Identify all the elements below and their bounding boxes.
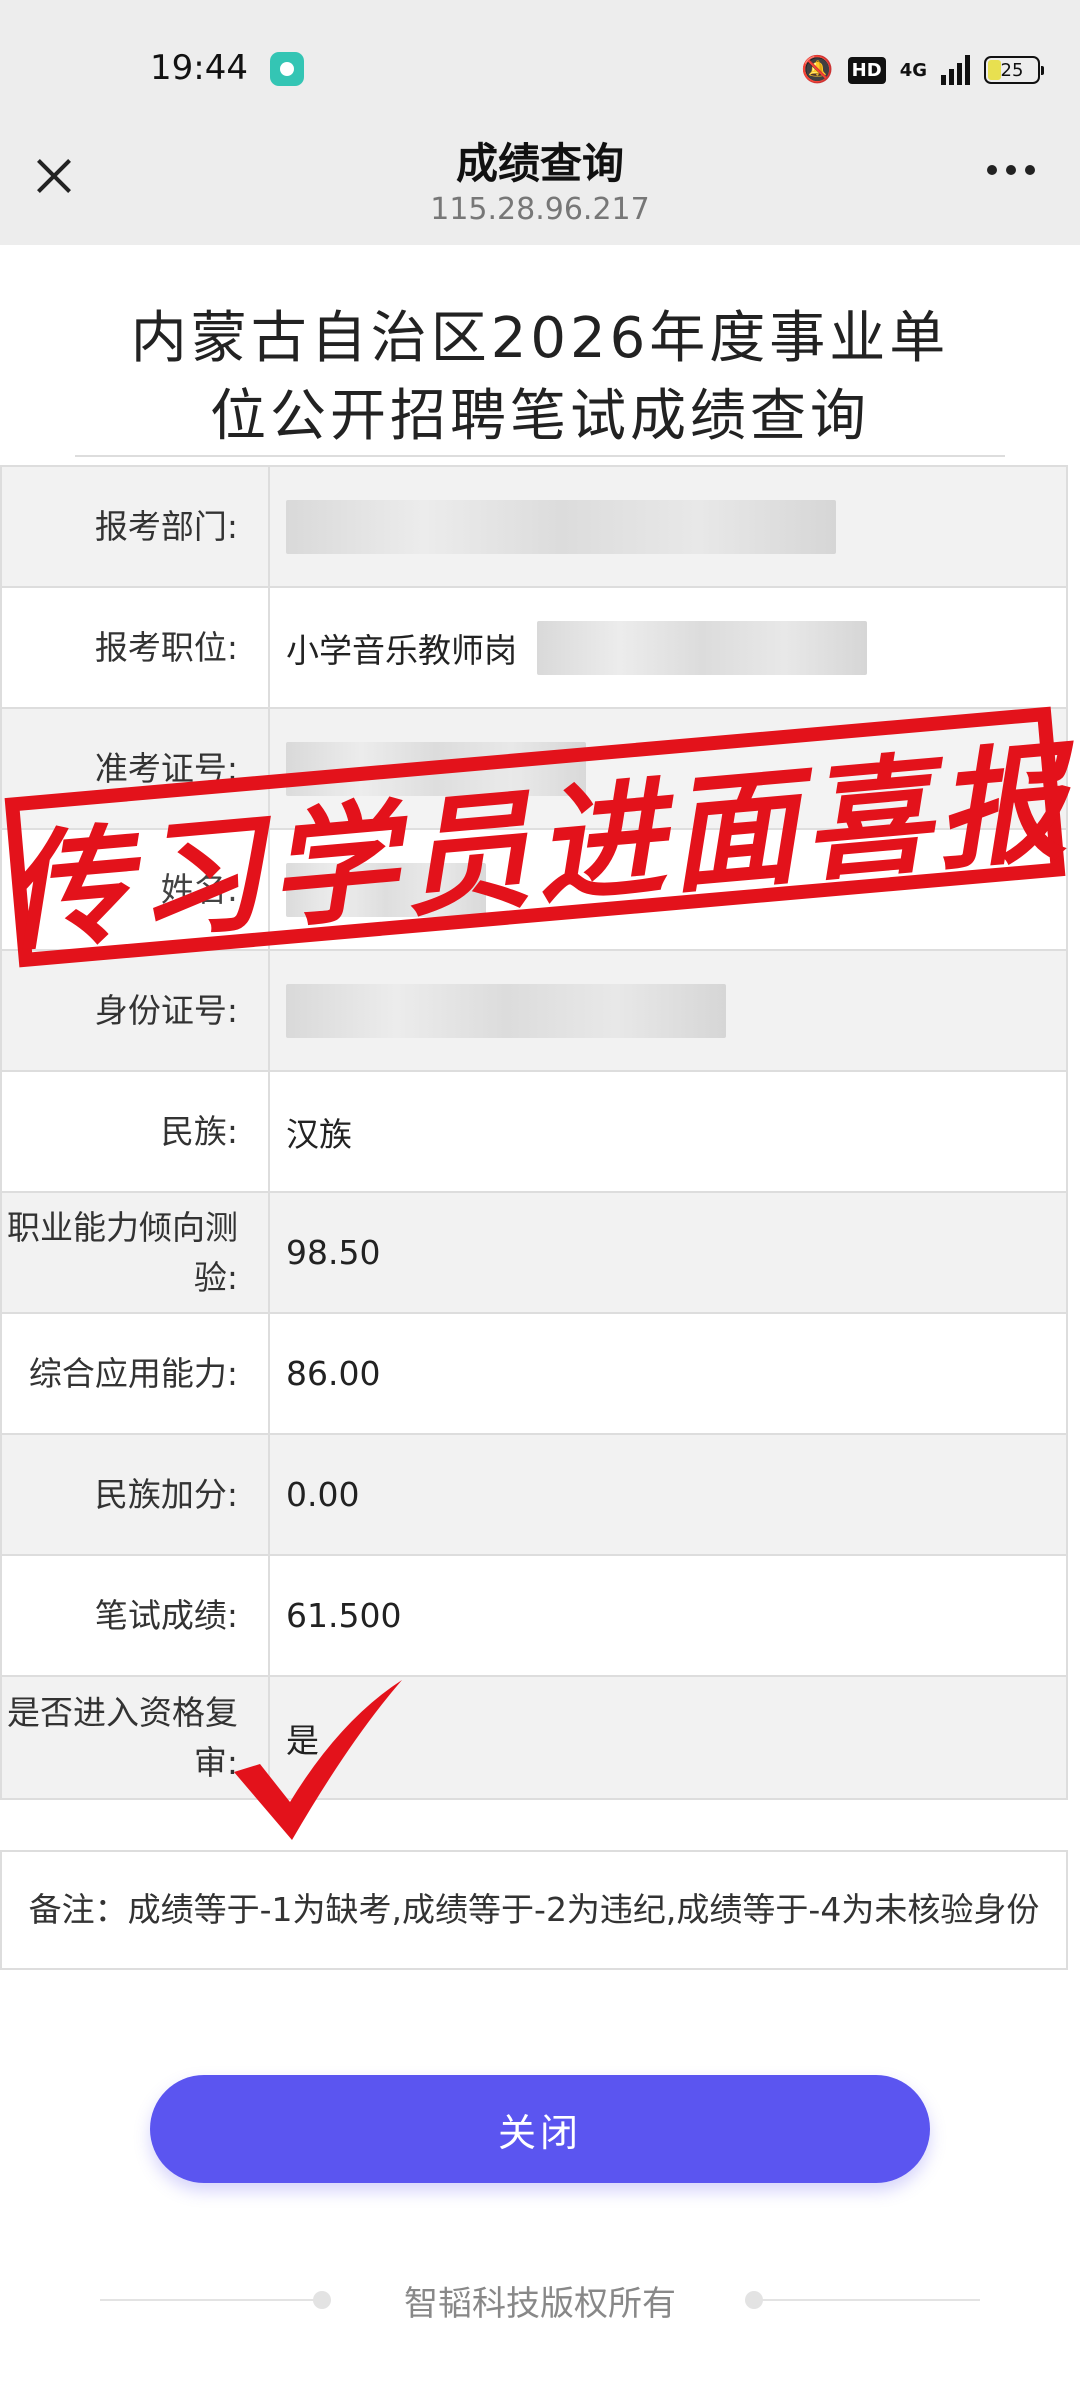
title-divider <box>75 455 1005 457</box>
page-title-line2: 位公开招聘笔试成绩查询 <box>210 384 870 449</box>
app-notification-icon <box>270 52 304 86</box>
row-value: 小学音乐教师岗 <box>270 588 1066 707</box>
footer-line-right <box>760 2299 980 2301</box>
redacted-block <box>537 620 867 675</box>
row-label: 报考职位: <box>2 588 270 707</box>
network-type: 4G <box>899 59 927 81</box>
more-menu-icon[interactable] <box>987 165 1035 175</box>
row-value: 86.00 <box>286 1354 381 1393</box>
page-title-line1: 内蒙古自治区2026年度事业单 <box>130 306 950 371</box>
hd-icon: HD <box>847 56 886 84</box>
row-label: 报考部门: <box>2 467 270 586</box>
table-row: 民族: 汉族 <box>2 1072 1066 1193</box>
page-title: 内蒙古自治区2026年度事业单 位公开招聘笔试成绩查询 <box>75 300 1005 456</box>
table-row: 是否进入资格复审: 是 <box>2 1677 1066 1798</box>
row-value: 0.00 <box>286 1475 360 1514</box>
table-row: 身份证号: <box>2 951 1066 1072</box>
battery-level: 25 <box>1000 59 1024 81</box>
table-row: 职业能力倾向测验: 98.50 <box>2 1193 1066 1314</box>
footer: 智韬科技版权所有 <box>0 2270 1080 2330</box>
row-label: 综合应用能力: <box>2 1314 270 1433</box>
table-row: 报考职位: 小学音乐教师岗 <box>2 588 1066 709</box>
row-value-redacted <box>270 951 1066 1070</box>
result-table: 报考部门: 报考职位: 小学音乐教师岗 准考证号: 姓名: 身份证号: 民族: … <box>0 465 1068 1800</box>
nav-title: 成绩查询 <box>455 139 624 188</box>
battery-icon: 25 <box>984 56 1044 84</box>
row-label: 民族加分: <box>2 1435 270 1554</box>
close-button[interactable]: 关闭 <box>150 2075 930 2183</box>
row-value: 98.50 <box>286 1233 381 1272</box>
signal-icon <box>941 55 970 85</box>
top-bar: 19:44 🔕 HD 4G 25 成绩查询 115.28.96.217 <box>0 0 1080 245</box>
checkmark-icon <box>234 1680 402 1840</box>
remark-note: 备注：成绩等于-1为缺考,成绩等于-2为违纪,成绩等于-4为未核验身份 <box>0 1850 1068 1970</box>
table-row: 报考部门: <box>2 467 1066 588</box>
row-value: 汉族 <box>286 1114 352 1154</box>
table-row: 综合应用能力: 86.00 <box>2 1314 1066 1435</box>
nav-url: 115.28.96.217 <box>430 192 650 227</box>
status-time: 19:44 <box>150 48 248 88</box>
table-row: 笔试成绩: 61.500 <box>2 1556 1066 1677</box>
status-icons: 🔕 HD 4G 25 <box>801 50 1044 90</box>
table-row: 民族加分: 0.00 <box>2 1435 1066 1556</box>
row-value: 61.500 <box>286 1596 402 1635</box>
mute-bell-icon: 🔕 <box>801 55 834 85</box>
row-label: 职业能力倾向测验: <box>2 1193 270 1312</box>
row-label: 民族: <box>2 1072 270 1191</box>
position-value: 小学音乐教师岗 <box>286 630 517 670</box>
row-label: 笔试成绩: <box>2 1556 270 1675</box>
row-value-redacted <box>270 467 1066 586</box>
